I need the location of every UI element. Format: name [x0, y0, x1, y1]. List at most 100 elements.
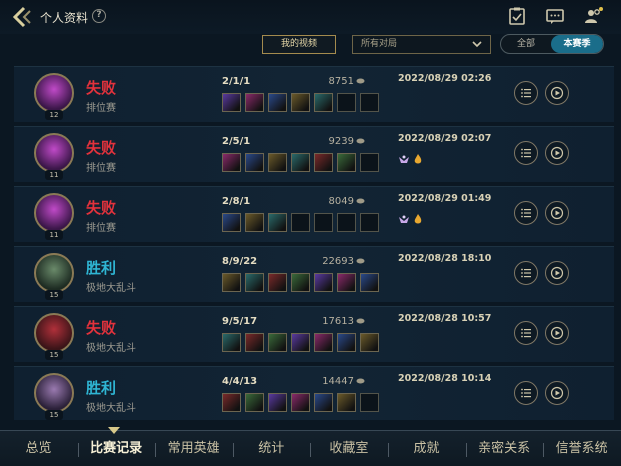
- item-slot[interactable]: [245, 393, 264, 412]
- nav-tab[interactable]: 亲密关系: [466, 431, 543, 466]
- nav-tab[interactable]: 总览: [0, 431, 77, 466]
- champion-portrait: [34, 73, 74, 113]
- match-replay-button[interactable]: [545, 141, 569, 165]
- item-slot[interactable]: [314, 333, 333, 352]
- champion-level: 11: [45, 230, 63, 240]
- champion-level: 15: [45, 290, 63, 300]
- item-slot[interactable]: [314, 273, 333, 292]
- help-icon[interactable]: ?: [92, 9, 106, 23]
- item-slot[interactable]: [291, 333, 310, 352]
- item-slot[interactable]: [268, 153, 287, 172]
- champion-level: 15: [45, 410, 63, 420]
- item-slot[interactable]: [360, 273, 379, 292]
- item-slot[interactable]: [268, 333, 287, 352]
- match-row[interactable]: 12 失败 排位赛 2/1/1 8751 2022/08/29 02:26: [14, 66, 614, 122]
- item-slot[interactable]: [337, 273, 356, 292]
- item-slot[interactable]: [222, 213, 241, 232]
- nav-separator: [155, 443, 157, 457]
- season-current-option[interactable]: 本赛季: [551, 35, 603, 53]
- match-replay-button[interactable]: [545, 81, 569, 105]
- item-slot[interactable]: [291, 93, 310, 112]
- nav-tab[interactable]: 成就: [388, 431, 465, 466]
- match-replay-button[interactable]: [545, 261, 569, 285]
- empty-item-slot[interactable]: [360, 393, 379, 412]
- wing-badge-icon: [399, 155, 409, 163]
- item-slot[interactable]: [268, 93, 287, 112]
- match-result: 失败: [86, 199, 117, 217]
- match-row[interactable]: 15 胜利 极地大乱斗 8/9/22 22693 2022/08/28 18:1…: [14, 246, 614, 302]
- item-slot[interactable]: [222, 333, 241, 352]
- item-slot[interactable]: [222, 273, 241, 292]
- season-all-option[interactable]: 全部: [501, 35, 551, 53]
- match-replay-button[interactable]: [545, 321, 569, 345]
- empty-item-slot[interactable]: [314, 213, 333, 232]
- item-slot[interactable]: [337, 153, 356, 172]
- item-slot[interactable]: [268, 213, 287, 232]
- item-slot[interactable]: [314, 393, 333, 412]
- match-result: 失败: [86, 319, 117, 337]
- nav-tab[interactable]: 信誉系统: [543, 431, 620, 466]
- nav-tab[interactable]: 统计: [233, 431, 310, 466]
- friends-icon[interactable]: [583, 6, 603, 26]
- empty-item-slot[interactable]: [337, 213, 356, 232]
- item-slot[interactable]: [245, 93, 264, 112]
- item-slot[interactable]: [337, 333, 356, 352]
- item-slot[interactable]: [222, 393, 241, 412]
- match-row[interactable]: 11 失败 排位赛 2/5/1 9239 2022/08/29 02:07: [14, 126, 614, 182]
- item-slot[interactable]: [245, 153, 264, 172]
- match-replay-button[interactable]: [545, 201, 569, 225]
- flame-badge-icon: [414, 154, 422, 164]
- match-kda: 2/5/1: [222, 136, 251, 147]
- item-slot[interactable]: [314, 153, 333, 172]
- empty-item-slot[interactable]: [360, 93, 379, 112]
- item-slot[interactable]: [222, 153, 241, 172]
- match-mode: 排位赛: [86, 163, 116, 174]
- match-replay-button[interactable]: [545, 381, 569, 405]
- item-slot[interactable]: [314, 93, 333, 112]
- item-slot[interactable]: [291, 153, 310, 172]
- nav-separator: [388, 443, 389, 457]
- item-slot[interactable]: [245, 213, 264, 232]
- champion-level: 12: [45, 110, 63, 120]
- nav-tab[interactable]: 比赛记录: [78, 431, 155, 466]
- clipboard-icon[interactable]: [507, 6, 527, 26]
- match-details-button[interactable]: [514, 381, 538, 405]
- item-slot[interactable]: [291, 393, 310, 412]
- match-details-button[interactable]: [514, 321, 538, 345]
- match-kda: 8/9/22: [222, 256, 258, 267]
- empty-item-slot[interactable]: [337, 93, 356, 112]
- match-details-button[interactable]: [514, 261, 538, 285]
- empty-item-slot[interactable]: [291, 213, 310, 232]
- empty-item-slot[interactable]: [360, 213, 379, 232]
- play-icon: [550, 386, 564, 400]
- match-mode-select[interactable]: 所有对局: [352, 35, 491, 54]
- match-mode: 排位赛: [86, 223, 116, 234]
- match-gold: 8751: [328, 76, 354, 87]
- match-row[interactable]: 15 胜利 极地大乱斗 4/4/13 14447 2022/08/28 10:1…: [14, 366, 614, 420]
- nav-tab[interactable]: 收藏室: [310, 431, 387, 466]
- match-row[interactable]: 11 失败 排位赛 2/8/1 8049 2022/08/29 01:49: [14, 186, 614, 242]
- match-details-button[interactable]: [514, 141, 538, 165]
- item-slot[interactable]: [268, 393, 287, 412]
- coin-icon: [356, 198, 365, 204]
- wing-badge-icon: [399, 215, 409, 223]
- coin-icon: [356, 258, 365, 264]
- play-icon: [550, 86, 564, 100]
- match-row[interactable]: 15 失败 极地大乱斗 9/5/17 17613 2022/08/28 10:5…: [14, 306, 614, 362]
- chat-icon[interactable]: [545, 6, 565, 26]
- nav-tab[interactable]: 常用英雄: [155, 431, 232, 466]
- back-arrow-icon[interactable]: [10, 5, 36, 29]
- my-videos-button[interactable]: 我的视频: [262, 35, 336, 54]
- match-details-button[interactable]: [514, 81, 538, 105]
- item-slot[interactable]: [337, 393, 356, 412]
- champion-portrait: [34, 313, 74, 353]
- item-slot[interactable]: [222, 93, 241, 112]
- item-slot[interactable]: [291, 273, 310, 292]
- item-slot[interactable]: [360, 333, 379, 352]
- item-slot[interactable]: [268, 273, 287, 292]
- item-slot[interactable]: [245, 273, 264, 292]
- empty-item-slot[interactable]: [360, 153, 379, 172]
- flame-badge-icon: [414, 214, 422, 224]
- item-slot[interactable]: [245, 333, 264, 352]
- match-details-button[interactable]: [514, 201, 538, 225]
